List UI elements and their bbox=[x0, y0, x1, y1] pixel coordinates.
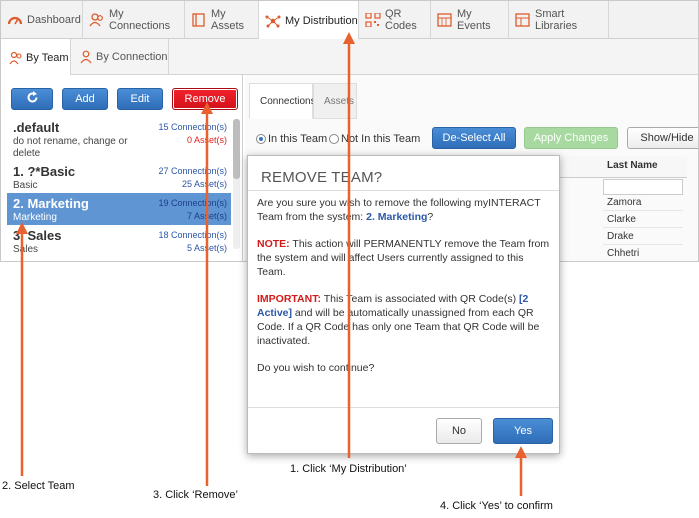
no-button[interactable]: No bbox=[436, 418, 482, 444]
tab-label: Dashboard bbox=[27, 14, 81, 26]
annotation-step3: 3. Click ‘Remove’ bbox=[153, 489, 238, 501]
team-panel: Add Edit Remove .default do not rename, … bbox=[1, 75, 243, 261]
top-nav: Dashboard My Connections My Assets My Di… bbox=[1, 1, 698, 40]
connection-count: 27 Connection(s) bbox=[158, 166, 227, 176]
tab-by-connection[interactable]: By Connection bbox=[71, 39, 169, 75]
yes-button[interactable]: Yes bbox=[493, 418, 553, 444]
important-text: This Team is associated with QR Code(s) bbox=[320, 293, 519, 305]
team-counts: 15 Connection(s) 0 Asset(s) bbox=[158, 121, 227, 147]
calendar-icon bbox=[437, 13, 453, 27]
team-description: do not rename, change or delete bbox=[13, 136, 128, 159]
asset-count: 25 Asset(s) bbox=[181, 179, 227, 189]
table-row[interactable]: Zamora bbox=[603, 194, 683, 211]
tab-assets[interactable]: Assets bbox=[313, 83, 357, 119]
tab-label: By Team bbox=[26, 51, 69, 64]
team-item-marketing[interactable]: 2. Marketing Marketing 19 Connection(s) … bbox=[7, 193, 231, 225]
column-header-last-name[interactable]: Last Name bbox=[607, 160, 658, 171]
important-label: IMPORTANT: bbox=[257, 293, 321, 305]
sub-nav: By Team By Connection bbox=[1, 39, 698, 76]
gauge-icon bbox=[7, 13, 23, 27]
last-name-filter-input[interactable] bbox=[603, 179, 683, 195]
scrollbar-thumb[interactable] bbox=[233, 119, 240, 179]
qr-icon bbox=[365, 12, 381, 28]
tab-label: QR Codes bbox=[385, 8, 417, 32]
dialog-title: REMOVE TEAM? bbox=[261, 169, 383, 186]
team-icon bbox=[9, 51, 23, 65]
confirm-message: Are you sure you wish to remove the foll… bbox=[257, 196, 553, 224]
tab-qr-codes[interactable]: QR Codes bbox=[359, 1, 431, 39]
important-text: and will be automatically unassigned fro… bbox=[257, 307, 540, 347]
tab-label: My Events bbox=[457, 8, 491, 32]
tab-my-assets[interactable]: My Assets bbox=[185, 1, 259, 39]
annotation-step4: 4. Click ‘Yes’ to confirm bbox=[440, 500, 553, 512]
divider bbox=[248, 190, 559, 191]
remove-team-dialog: REMOVE TEAM? Are you sure you wish to re… bbox=[247, 155, 560, 454]
network-icon bbox=[265, 14, 281, 28]
table-row[interactable]: Clarke bbox=[603, 211, 683, 228]
tab-label: Smart Libraries bbox=[535, 8, 578, 32]
radio-label: Not In this Team bbox=[341, 133, 421, 145]
team-list-scrollbar[interactable] bbox=[233, 119, 240, 249]
tab-connections[interactable]: Connections bbox=[249, 83, 316, 119]
team-item-basic[interactable]: 1. ?*Basic Basic 27 Connection(s) 25 Ass… bbox=[7, 161, 231, 193]
team-counts: 18 Connection(s) 5 Asset(s) bbox=[158, 229, 227, 255]
annotation-step1: 1. Click ‘My Distribution’ bbox=[290, 463, 407, 475]
dialog-body: Are you sure you wish to remove the foll… bbox=[257, 196, 553, 388]
tab-label: My Assets bbox=[211, 8, 245, 32]
connection-count: 19 Connection(s) bbox=[158, 198, 227, 208]
tab-dashboard[interactable]: Dashboard bbox=[1, 1, 83, 39]
radio-not-in-team[interactable]: Not In this Team bbox=[329, 133, 420, 145]
radio-in-team[interactable]: In this Team bbox=[256, 133, 327, 145]
tab-label: My Connections bbox=[109, 8, 171, 32]
radio-selected-icon bbox=[256, 134, 266, 144]
tab-label: My Distribution bbox=[285, 14, 358, 27]
asset-count: 7 Asset(s) bbox=[186, 211, 227, 221]
connection-count: 18 Connection(s) bbox=[158, 230, 227, 240]
team-item-sales[interactable]: 3. Sales Sales 18 Connection(s) 5 Asset(… bbox=[7, 225, 231, 257]
table-row[interactable]: Chhetri bbox=[603, 245, 683, 261]
message-text: ? bbox=[427, 211, 434, 223]
refresh-icon bbox=[26, 91, 39, 107]
apply-changes-button[interactable]: Apply Changes bbox=[524, 127, 618, 149]
table-row[interactable]: Drake bbox=[603, 228, 683, 245]
deselect-all-button[interactable]: De-Select All bbox=[432, 127, 516, 149]
team-counts: 19 Connection(s) 7 Asset(s) bbox=[158, 197, 227, 223]
continue-question: Do you wish to continue? bbox=[257, 362, 375, 374]
radio-label: In this Team bbox=[268, 133, 328, 145]
tab-my-events[interactable]: My Events bbox=[431, 1, 509, 39]
show-hide-button[interactable]: Show/Hide bbox=[627, 127, 698, 149]
remove-button[interactable]: Remove bbox=[172, 88, 238, 110]
edit-button[interactable]: Edit bbox=[117, 88, 163, 110]
important-message: IMPORTANT: This Team is associated with … bbox=[257, 292, 553, 348]
asset-count: 0 Asset(s) bbox=[186, 135, 227, 145]
person-icon bbox=[79, 50, 93, 64]
tab-my-distribution[interactable]: My Distribution bbox=[259, 1, 359, 40]
add-button[interactable]: Add bbox=[62, 88, 108, 110]
tab-my-connections[interactable]: My Connections bbox=[83, 1, 185, 39]
connection-count: 15 Connection(s) bbox=[158, 122, 227, 132]
tab-by-team[interactable]: By Team bbox=[1, 39, 71, 76]
library-icon bbox=[515, 13, 531, 27]
team-item-default[interactable]: .default do not rename, change or delete… bbox=[7, 117, 231, 161]
team-counts: 27 Connection(s) 25 Asset(s) bbox=[158, 165, 227, 191]
note-label: NOTE: bbox=[257, 238, 290, 250]
tab-label: By Connection bbox=[96, 51, 168, 63]
team-name-highlight: 2. Marketing bbox=[366, 211, 428, 223]
folder-icon bbox=[191, 13, 207, 27]
asset-count: 5 Asset(s) bbox=[186, 243, 227, 253]
note-text: This action will PERMANENTLY remove the … bbox=[257, 238, 550, 278]
divider bbox=[248, 407, 559, 408]
tab-smart-libraries[interactable]: Smart Libraries bbox=[509, 1, 609, 39]
radio-icon bbox=[329, 134, 339, 144]
note-message: NOTE: This action will PERMANENTLY remov… bbox=[257, 237, 553, 279]
refresh-button[interactable] bbox=[11, 88, 53, 110]
annotation-step2: 2. Select Team bbox=[2, 480, 75, 492]
people-icon bbox=[89, 13, 105, 27]
